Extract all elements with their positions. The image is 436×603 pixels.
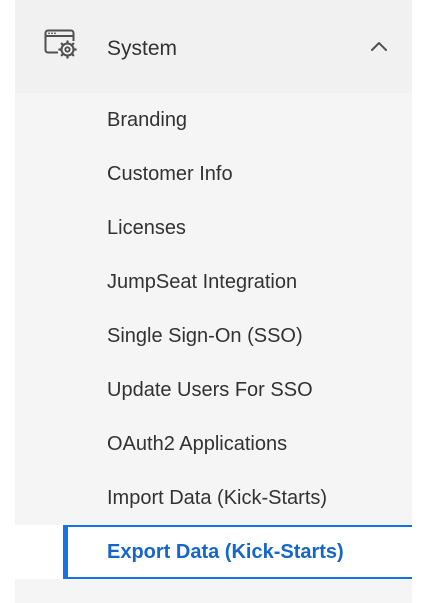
nav-item-import-data[interactable]: Import Data (Kick-Starts) <box>15 471 412 525</box>
active-indicator <box>63 525 68 579</box>
nav-item-label: Import Data (Kick-Starts) <box>107 487 328 509</box>
system-submenu: Branding Customer Info Licenses JumpSeat… <box>15 93 412 579</box>
chevron-up-icon[interactable] <box>370 40 388 52</box>
left-margin <box>0 0 15 603</box>
nav-item-licenses[interactable]: Licenses <box>15 201 412 255</box>
nav-item-label: Customer Info <box>107 163 233 185</box>
system-nav-panel: System Branding Customer Info Licenses J… <box>0 0 436 603</box>
nav-item-single-sign-on[interactable]: Single Sign-On (SSO) <box>15 309 412 363</box>
nav-item-branding[interactable]: Branding <box>15 93 412 147</box>
nav-item-label: Single Sign-On (SSO) <box>107 325 303 347</box>
nav-item-label: Licenses <box>107 217 186 239</box>
nav-item-label: Export Data (Kick-Starts) <box>107 541 344 563</box>
section-header-system[interactable]: System <box>15 0 412 93</box>
nav-item-export-data[interactable]: Export Data (Kick-Starts) <box>15 525 412 579</box>
nav-item-label: OAuth2 Applications <box>107 433 288 455</box>
nav-item-oauth2-applications[interactable]: OAuth2 Applications <box>15 417 412 471</box>
nav-item-update-users-for-sso[interactable]: Update Users For SSO <box>15 363 412 417</box>
system-settings-icon <box>44 29 77 59</box>
nav-item-label: Branding <box>107 109 188 131</box>
right-margin <box>412 0 436 603</box>
side-navigation: System Branding Customer Info Licenses J… <box>15 0 418 603</box>
nav-item-customer-info[interactable]: Customer Info <box>15 147 412 201</box>
nav-item-label: Update Users For SSO <box>107 379 313 401</box>
section-title: System <box>107 37 178 60</box>
nav-item-label: JumpSeat Integration <box>107 271 298 293</box>
nav-item-jumpseat-integration[interactable]: JumpSeat Integration <box>15 255 412 309</box>
